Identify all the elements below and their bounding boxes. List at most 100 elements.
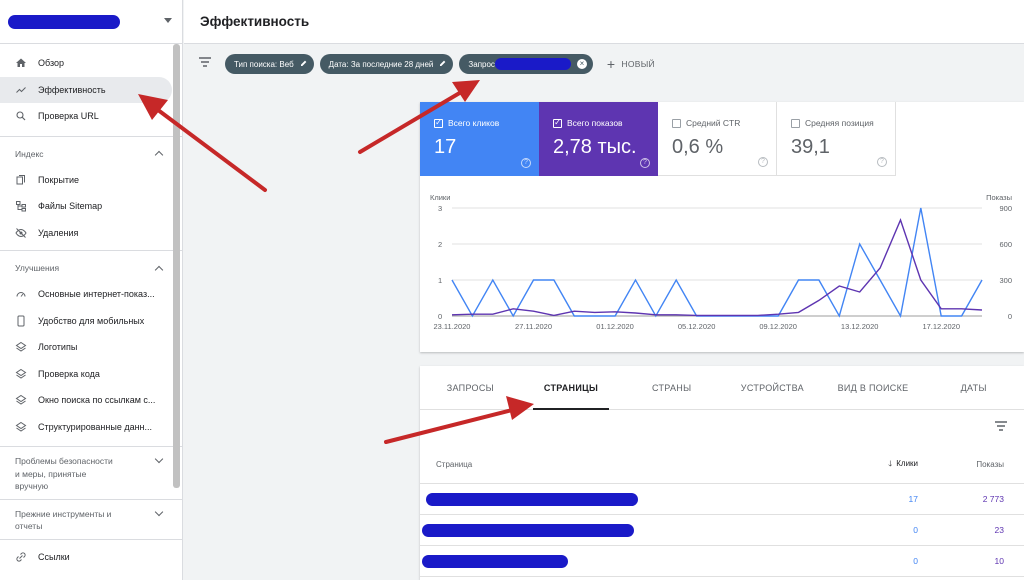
add-filter-label: НОВЫЙ	[621, 59, 655, 69]
dimension-tabs: ЗАПРОСЫ СТРАНИЦЫ СТРАНЫ УСТРОЙСТВА ВИД В…	[420, 366, 1024, 410]
sidebar-section-header[interactable]: Проблемы безопасности и меры, принятые в…	[0, 451, 182, 499]
checkbox-unchecked-icon[interactable]	[791, 118, 800, 128]
performance-chart-card: ✓ Всего кликов 17 ? ✓ Всего показов 2,78…	[420, 102, 1024, 352]
tab-search-appearance[interactable]: ВИД В ПОИСКЕ	[823, 366, 924, 409]
table-row[interactable]: 0 23	[420, 515, 1024, 546]
sidebar-item-label: Логотипы	[38, 342, 78, 353]
filter-bar: Тип поиска: Веб Дата: За последние 28 дн…	[184, 44, 1024, 84]
sidebar-section-header[interactable]: Прежние инструменты и отчеты	[0, 504, 182, 539]
sidebar-section-header[interactable]: Индекс	[0, 141, 182, 167]
add-filter-button[interactable]: + НОВЫЙ	[607, 56, 655, 72]
sidebar-item-code-check[interactable]: Проверка кода	[0, 361, 182, 388]
right-tick-label: 0	[1008, 312, 1012, 321]
sidebar-item-logos[interactable]: Логотипы	[0, 334, 182, 361]
property-selector[interactable]	[0, 0, 182, 44]
sidebar-item-sitemaps[interactable]: Файлы Sitemap	[0, 193, 182, 220]
checkbox-checked-icon[interactable]: ✓	[553, 118, 562, 128]
sidebar-item-removals[interactable]: Удаления	[0, 220, 182, 247]
sidebar-item-sitelinks-searchbox[interactable]: Окно поиска по ссылкам с...	[0, 387, 182, 414]
caret-down-icon[interactable]	[164, 18, 172, 23]
column-header-clicks[interactable]: 🡓 Клики	[838, 458, 918, 472]
tab-pages[interactable]: СТРАНИЦЫ	[521, 366, 622, 410]
tab-countries[interactable]: СТРАНЫ	[621, 366, 722, 409]
chart-svg: Клики Показы3 9002 6001 3000 023.11.2020 27.11…	[430, 193, 1012, 331]
section-title-line: и меры, принятые	[15, 468, 87, 479]
sidebar-item-links[interactable]: Ссылки	[0, 544, 182, 571]
section-title: Улучшения	[15, 263, 60, 273]
sidebar-item-mobile-usability[interactable]: Удобство для мобильных	[0, 308, 182, 335]
chevron-down-icon	[154, 454, 164, 464]
layers-icon	[15, 421, 27, 433]
help-icon[interactable]: ?	[521, 158, 531, 168]
section-title-line: отчеты	[15, 521, 43, 531]
performance-chart: Клики Показы 3 900 2 600 1 300 0 0 23.11.2020 27.11…	[420, 176, 1024, 352]
sidebar-item-label: Файлы Sitemap	[38, 201, 103, 212]
metric-average-ctr[interactable]: Средний CTR 0,6 % ?	[658, 102, 777, 176]
left-tick-label: 1	[438, 276, 442, 285]
x-tick-label: 01.12.2020	[596, 322, 634, 331]
row-clicks: 17	[908, 494, 918, 504]
left-axis-label: Клики	[430, 193, 450, 202]
column-header-impressions[interactable]: Показы	[918, 460, 1004, 469]
tab-dates[interactable]: ДАТЫ	[923, 366, 1024, 409]
sidebar-item-url-inspection[interactable]: Проверка URL	[0, 103, 182, 130]
x-tick-label: 13.12.2020	[841, 322, 879, 331]
metric-value: 0,6 %	[672, 136, 724, 158]
sidebar-item-label: Обзор	[38, 58, 64, 69]
trending-up-icon	[15, 84, 27, 96]
row-impressions: 2 773	[982, 494, 1004, 504]
table-row[interactable]: 0 10	[420, 546, 1024, 577]
sidebar-item-label: Структурированные данн...	[38, 421, 153, 432]
page-url-redacted[interactable]	[420, 546, 838, 576]
help-icon[interactable]: ?	[640, 158, 650, 168]
column-header-page[interactable]: Страница	[436, 460, 838, 469]
sidebar-item-label: Проверка кода	[38, 368, 100, 379]
column-header-label: Клики	[896, 458, 918, 468]
right-tick-label: 900	[999, 204, 1012, 213]
page-url-redacted[interactable]	[420, 484, 838, 514]
sidebar-item-performance[interactable]: Эффективность	[0, 76, 172, 103]
filter-chip-query[interactable]: Запрос ×	[459, 54, 593, 74]
metric-average-position[interactable]: Средняя позиция 39,1 ?	[777, 102, 896, 176]
tab-queries[interactable]: ЗАПРОСЫ	[420, 366, 521, 409]
metric-label: Всего показов	[567, 118, 623, 128]
x-tick-label: 17.12.2020	[922, 322, 960, 331]
metric-total-clicks[interactable]: ✓ Всего кликов 17 ?	[420, 102, 539, 176]
sidebar-item-label: Проверка URL	[38, 111, 99, 122]
help-icon[interactable]: ?	[877, 157, 887, 167]
checkbox-checked-icon[interactable]: ✓	[434, 118, 443, 128]
sidebar-item-label: Покрытие	[38, 174, 80, 185]
header-bar: Эффективность	[184, 0, 1024, 44]
row-clicks: 0	[913, 556, 918, 566]
sidebar-item-overview[interactable]: Обзор	[0, 50, 182, 77]
section-title-line: Проблемы безопасности	[15, 456, 113, 466]
table-filter-icon[interactable]	[994, 419, 1008, 437]
metric-total-impressions[interactable]: ✓ Всего показов 2,78 тыс. ?	[539, 102, 658, 176]
right-axis-label: Показы	[986, 193, 1012, 202]
checkbox-unchecked-icon[interactable]	[672, 118, 681, 128]
metric-label: Средний CTR	[686, 118, 741, 128]
close-icon[interactable]: ×	[576, 59, 587, 69]
tab-devices[interactable]: УСТРОЙСТВА	[722, 366, 823, 409]
file-copy-icon	[15, 174, 27, 186]
sitemap-icon	[15, 200, 27, 212]
page-url-redacted[interactable]	[420, 515, 838, 545]
query-value-redacted	[494, 58, 571, 70]
sidebar-section-header[interactable]: Улучшения	[0, 255, 182, 281]
section-title: Прежние инструменты и отчеты	[15, 508, 111, 533]
filter-chip-date[interactable]: Дата: За последние 28 дней	[319, 54, 454, 74]
series-line-impressions	[451, 218, 983, 317]
filter-chip-search-type[interactable]: Тип поиска: Веб	[225, 54, 314, 74]
sidebar-item-core-web-vitals[interactable]: Основные интернет-показ...	[0, 281, 182, 308]
x-tick-label: 05.12.2020	[678, 322, 716, 331]
sidebar-scrollbar[interactable]	[173, 44, 180, 488]
sidebar-item-structured-data[interactable]: Структурированные данн...	[0, 414, 182, 441]
help-icon[interactable]: ?	[758, 157, 768, 167]
page-title: Эффективность	[200, 14, 310, 29]
table-row[interactable]: 17 2 773	[420, 484, 1024, 515]
smartphone-icon	[15, 315, 27, 327]
right-tick-label: 600	[999, 240, 1012, 249]
sidebar-item-coverage[interactable]: Покрытие	[0, 167, 182, 194]
filter-icon[interactable]	[198, 55, 212, 73]
property-name-redacted	[8, 14, 120, 29]
